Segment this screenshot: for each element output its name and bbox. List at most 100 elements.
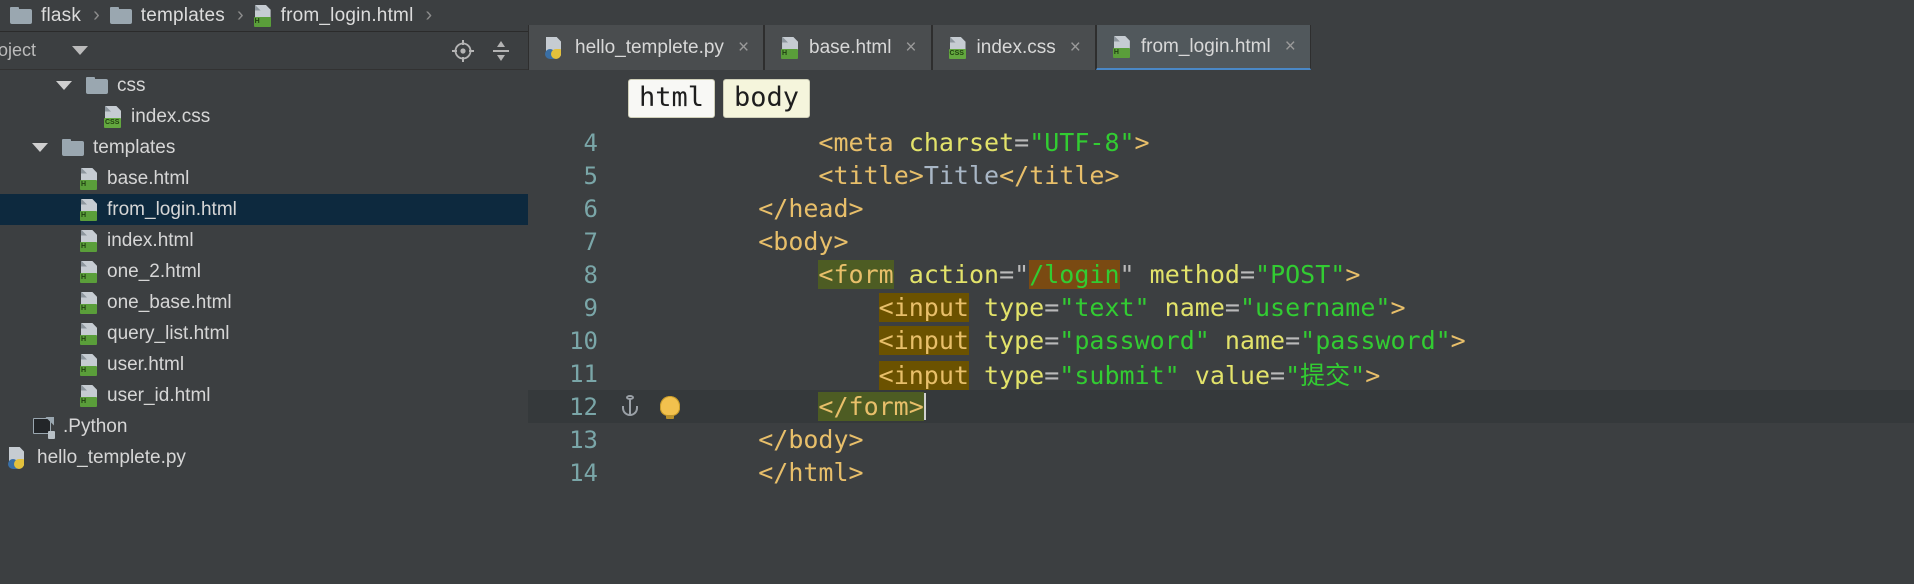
- gutter[interactable]: [606, 225, 698, 258]
- breadcrumb-item-flask[interactable]: flask: [10, 5, 81, 27]
- line-number[interactable]: 5: [528, 162, 606, 190]
- project-toolwindow-header: roject: [0, 32, 528, 70]
- tree-item-query-list-html[interactable]: Hquery_list.html: [0, 318, 528, 349]
- html-file-icon: H: [80, 167, 98, 190]
- code-text[interactable]: <title>Title</title>: [698, 161, 1914, 190]
- code-line[interactable]: 14 </html>: [528, 456, 1914, 489]
- code-text[interactable]: <input type="password" name="password">: [698, 326, 1914, 355]
- code-editor[interactable]: html body 4 <meta charset="UTF-8"> 5 <titl…: [528, 70, 1914, 584]
- folder-icon: [109, 7, 132, 24]
- tree-item-label: .Python: [63, 415, 128, 437]
- code-text[interactable]: <meta charset="UTF-8">: [698, 128, 1914, 157]
- code-text[interactable]: <input type="submit" value="提交">: [698, 356, 1914, 392]
- gutter[interactable]: [606, 291, 698, 324]
- gutter[interactable]: [606, 357, 698, 390]
- code-text[interactable]: </head>: [698, 194, 1914, 223]
- html-file-icon: H: [80, 384, 98, 407]
- tab-label: hello_templete.py: [575, 36, 724, 58]
- code-line[interactable]: 5 <title>Title</title>: [528, 159, 1914, 192]
- gutter[interactable]: [606, 159, 698, 192]
- collapse-all-icon[interactable]: [482, 32, 520, 70]
- line-number[interactable]: 9: [528, 294, 606, 322]
- line-number[interactable]: 12: [528, 393, 606, 421]
- breadcrumb-item-label: from_login.html: [280, 4, 414, 26]
- gutter[interactable]: [606, 258, 698, 291]
- tab-hello-templete-py[interactable]: hello_templete.py ×: [528, 25, 765, 70]
- code-line[interactable]: 10 <input type="password" name="password…: [528, 324, 1914, 357]
- tree-item-label: query_list.html: [107, 322, 230, 344]
- tree-item-hello-templete-py[interactable]: hello_templete.py: [0, 442, 528, 473]
- tree-item-one-base-html[interactable]: Hone_base.html: [0, 287, 528, 318]
- tree-item-base-html[interactable]: Hbase.html: [0, 163, 528, 194]
- tree-item-label: index.html: [107, 229, 194, 251]
- code-line[interactable]: 9 <input type="text" name="username">: [528, 291, 1914, 324]
- lightbulb-icon[interactable]: [660, 396, 680, 419]
- line-number[interactable]: 7: [528, 228, 606, 256]
- structure-crumb-html[interactable]: html: [628, 78, 716, 118]
- line-number[interactable]: 8: [528, 261, 606, 289]
- gutter[interactable]: [606, 324, 698, 357]
- chevron-down-icon[interactable]: [72, 46, 89, 55]
- gutter[interactable]: [606, 192, 698, 225]
- project-tree[interactable]: css CSS index.css templates Hbase.html Hfrom_…: [0, 70, 528, 584]
- tree-item-label: one_base.html: [107, 291, 232, 313]
- css-file-icon: CSS: [948, 36, 967, 59]
- editor-tabs[interactable]: hello_templete.py × Hbase.html × CSS index.cs…: [528, 0, 1914, 70]
- code-line[interactable]: 6 </head>: [528, 192, 1914, 225]
- line-number[interactable]: 11: [528, 360, 606, 388]
- select-opened-file-icon[interactable]: [444, 32, 482, 70]
- code-text[interactable]: </form>: [698, 392, 1914, 421]
- tree-item-index-html[interactable]: Hindex.html: [0, 225, 528, 256]
- close-icon[interactable]: ×: [1070, 37, 1081, 59]
- tree-item-css[interactable]: css: [0, 70, 528, 101]
- gutter[interactable]: [606, 126, 698, 159]
- tree-item-label: from_login.html: [107, 198, 237, 220]
- close-icon[interactable]: ×: [905, 37, 916, 59]
- chevron-down-icon[interactable]: [32, 143, 48, 152]
- tab-base-html[interactable]: Hbase.html ×: [764, 25, 932, 70]
- code-line[interactable]: 4 <meta charset="UTF-8">: [528, 126, 1914, 159]
- tree-item-index-css[interactable]: CSS index.css: [0, 101, 528, 132]
- close-icon[interactable]: ×: [1285, 36, 1296, 58]
- close-icon[interactable]: ×: [738, 37, 749, 59]
- gutter[interactable]: [606, 456, 698, 489]
- editor-area: hello_templete.py × Hbase.html × CSS index.cs…: [528, 0, 1914, 584]
- tab-label: index.css: [976, 36, 1056, 58]
- code-line[interactable]: 7 <body>: [528, 225, 1914, 258]
- code-line[interactable]: 12 </form>: [528, 390, 1914, 423]
- tree-item-from-login-html[interactable]: Hfrom_login.html: [0, 194, 528, 225]
- chevron-down-icon[interactable]: [56, 81, 72, 90]
- tree-item-templates[interactable]: templates: [0, 132, 528, 163]
- structure-breadcrumb[interactable]: html body: [528, 70, 1914, 126]
- tree-item-label: base.html: [107, 167, 190, 189]
- gutter[interactable]: [606, 423, 698, 456]
- tree-item-label: templates: [93, 136, 176, 158]
- line-number[interactable]: 6: [528, 195, 606, 223]
- tree-item--python[interactable]: .Python: [0, 411, 528, 442]
- code-line[interactable]: 8 <form action="/login" method="POST">: [528, 258, 1914, 291]
- code-line[interactable]: 11 <input type="submit" value="提交">: [528, 357, 1914, 390]
- css-file-icon: CSS: [104, 105, 122, 128]
- line-number[interactable]: 13: [528, 426, 606, 454]
- line-number[interactable]: 10: [528, 327, 606, 355]
- code-text[interactable]: <body>: [698, 227, 1914, 256]
- code-text[interactable]: <input type="text" name="username">: [698, 293, 1914, 322]
- code-text[interactable]: </body>: [698, 425, 1914, 454]
- tree-item-user-html[interactable]: Huser.html: [0, 349, 528, 380]
- code-text[interactable]: </html>: [698, 458, 1914, 487]
- tree-item-user-id-html[interactable]: Huser_id.html: [0, 380, 528, 411]
- tree-item-one-2-html[interactable]: Hone_2.html: [0, 256, 528, 287]
- structure-crumb-body[interactable]: body: [723, 78, 811, 118]
- breadcrumb-item-from-login-html[interactable]: Hfrom_login.html: [253, 4, 414, 27]
- breadcrumb-item-templates[interactable]: templates: [109, 5, 225, 27]
- tab-from-login-html[interactable]: Hfrom_login.html ×: [1095, 25, 1311, 70]
- anchor-icon[interactable]: [622, 395, 638, 417]
- code-text[interactable]: <form action="/login" method="POST">: [698, 260, 1914, 289]
- line-number[interactable]: 4: [528, 129, 606, 157]
- code-line[interactable]: 13 </body>: [528, 423, 1914, 456]
- line-number[interactable]: 14: [528, 459, 606, 487]
- tab-index-css[interactable]: CSS index.css ×: [931, 25, 1096, 70]
- gutter[interactable]: [606, 390, 698, 423]
- terminal-file-icon: [32, 416, 55, 439]
- ide-window: flask › templates › Hfrom_login.html › roject: [0, 0, 1914, 584]
